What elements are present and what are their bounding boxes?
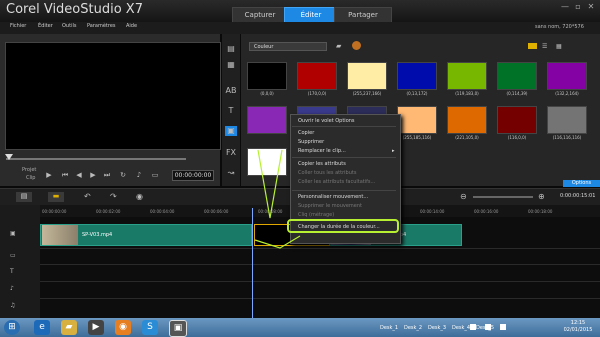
desk-button[interactable]: Desk_3 <box>428 325 446 331</box>
explorer-icon[interactable]: ▰ <box>61 320 77 335</box>
clock-time: 12:15 <box>570 320 586 326</box>
desk-button[interactable]: Desk_1 <box>380 325 398 331</box>
ie-icon[interactable]: e <box>34 320 50 335</box>
clock[interactable]: 12:15 02/01/2015 <box>560 320 596 334</box>
network-icon[interactable] <box>485 324 491 330</box>
videostudio-taskbar-icon[interactable]: ▣ <box>169 320 187 337</box>
desk-button[interactable]: Desk_2 <box>404 325 422 331</box>
clock-date: 02/01/2015 <box>563 327 593 333</box>
start-button-icon[interactable]: ⊞ <box>4 320 20 335</box>
desk-button[interactable]: Desk_4 <box>452 325 470 331</box>
media-player-icon[interactable]: ▶ <box>88 320 104 335</box>
firefox-icon[interactable]: ◉ <box>115 320 131 335</box>
volume-tray-icon[interactable] <box>500 324 506 330</box>
annotation-arrows <box>254 149 301 249</box>
skype-icon[interactable]: S <box>142 320 158 335</box>
tray-icon[interactable] <box>470 324 476 330</box>
